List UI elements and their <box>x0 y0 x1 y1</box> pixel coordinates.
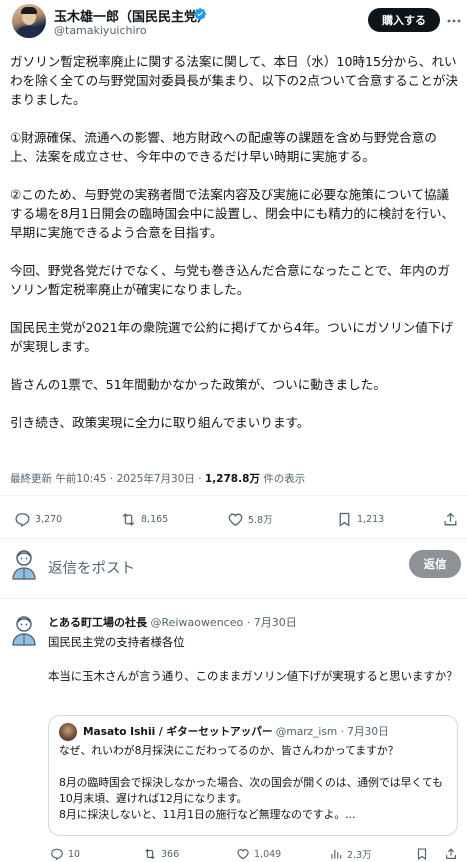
reply-like-action[interactable]: 1,049 <box>236 846 281 862</box>
heart-icon <box>237 849 249 860</box>
reply-actions: 10 366 1,049 2.3万 <box>0 846 467 862</box>
user-avatar-icon[interactable] <box>10 548 38 580</box>
quote-text: なぜ、れいわが8月採決にこだわってるのか、皆さんわかってますか？ 8月の臨時国会… <box>59 743 451 823</box>
quote-author-name: Masato Ishii / ギターセットアッパー <box>83 726 273 738</box>
quote-header: Masato Ishii / ギターセットアッパー @marz_ism · 7月… <box>83 724 389 739</box>
post-paragraph: ②このため、与野党の実務者間で法案内容及び実施に必要な施策について協議する場を8… <box>10 187 455 240</box>
like-action[interactable]: 5.8万 <box>227 508 273 530</box>
reply-like-count: 1,049 <box>254 848 282 860</box>
post-paragraph: 今回、野党各党だけでなく、与党も巻き込んだ合意になったことで、年内のガソリン暫定… <box>10 263 450 297</box>
repost-action[interactable]: 8,165 <box>120 508 168 530</box>
post-actions: 3,270 8,165 5.8万 1,213 <box>0 508 467 530</box>
bookmark-action[interactable]: 1,213 <box>336 508 384 530</box>
bookmark-count: 1,213 <box>357 513 385 525</box>
reply-header: とある町工場の社長 @Reiwaowenceo · 7月30日 <box>48 614 297 630</box>
divider <box>0 495 467 496</box>
post-timestamp[interactable]: 最終更新 午前10:45 · 2025年7月30日 · <box>10 473 205 485</box>
views-chart-icon <box>331 849 342 859</box>
share-icon <box>444 512 457 525</box>
post-paragraph: ①財源確保、流通への影響、地方財政への配慮等の課題を含め与野党合意の上、法案を成… <box>10 130 437 164</box>
reply-handle-date[interactable]: @Reiwaowenceo · 7月30日 <box>151 616 297 629</box>
more-options-icon[interactable] <box>446 13 462 29</box>
reply-views-action[interactable]: 2.3万 <box>329 846 372 862</box>
post-meta: 最終更新 午前10:45 · 2025年7月30日 · 1,278.8万 件の表… <box>10 471 305 486</box>
share-icon <box>446 848 456 859</box>
reply-count: 3,270 <box>35 513 63 525</box>
reply-reply-action[interactable]: 10 <box>50 846 80 862</box>
quote-paragraph: 8月の臨時国会で採決しなかった場合、次の国会が開くのは、通例では早くても10月末… <box>59 776 443 821</box>
author-handle[interactable]: @tamakiyuichiro <box>54 24 147 37</box>
reply-button[interactable]: 返信 <box>409 550 461 578</box>
reply-view-count: 2.3万 <box>347 850 372 861</box>
post-paragraph: ガソリン暫定税率廃止に関する法案に関して、本日（水）10時15分から、れいわを除… <box>10 54 458 107</box>
view-count-suffix: 件の表示 <box>259 473 306 485</box>
divider <box>0 538 467 539</box>
author-name[interactable]: 玉木雄一郎（国民民主党） <box>54 6 210 25</box>
repost-count: 8,165 <box>141 513 169 525</box>
reply-author-avatar-icon[interactable] <box>10 614 38 646</box>
quote-author-avatar <box>59 723 77 741</box>
post-header: 玉木雄一郎（国民民主党） @tamakiyuichiro 購入する <box>0 0 467 44</box>
divider <box>0 598 467 599</box>
post-paragraph: 国民民主党が2021年の衆院選で公約に掲げてから4年。ついにガソリン値下げが実現… <box>10 320 454 354</box>
author-avatar[interactable] <box>12 4 46 38</box>
reply-input[interactable]: 返信をポスト <box>48 557 135 578</box>
post-paragraph: 引き続き、政策実現に全力に取り組んでまいります。 <box>10 415 310 430</box>
quote-handle-date: @marz_ism · 7月30日 <box>275 726 389 738</box>
repost-icon <box>122 512 135 526</box>
reply-text-line: 本当に玉木さんが言う通り、このままガソリン値下げが実現すると思いますか？ <box>48 669 458 683</box>
post-paragraph: 皆さんの1票で、51年間動かなかった政策が、ついに動きました。 <box>10 377 386 392</box>
quote-paragraph: なぜ、れいわが8月採決にこだわってるのか、皆さんわかってますか？ <box>59 744 399 757</box>
reply-reply-count: 10 <box>68 848 81 860</box>
reply-text-line: 国民民主党の支持者様各位 <box>48 635 185 649</box>
reply-repost-action[interactable]: 366 <box>143 846 179 862</box>
reply-icon <box>15 512 30 527</box>
buy-button[interactable]: 購入する <box>368 8 440 32</box>
reply-action[interactable]: 3,270 <box>14 508 62 530</box>
reply-author-name[interactable]: とある町工場の社長 <box>48 616 147 629</box>
share-action[interactable] <box>442 508 463 530</box>
reply-composer: 返信をポスト 返信 <box>0 548 467 584</box>
bookmark-icon <box>339 512 350 527</box>
reply-repost-count: 366 <box>161 848 180 860</box>
like-count: 5.8万 <box>248 515 273 526</box>
verified-badge-icon <box>194 8 206 20</box>
repost-icon <box>145 848 155 860</box>
post-text: ガソリン暫定税率廃止に関する法案に関して、本日（水）10時15分から、れいわを除… <box>10 52 460 432</box>
reply-share-action[interactable] <box>444 846 462 862</box>
heart-icon <box>228 513 243 526</box>
reply-bookmark-action[interactable] <box>415 846 433 862</box>
reply-icon <box>51 848 63 861</box>
view-count: 1,278.8万 <box>204 473 260 485</box>
quoted-post[interactable]: Masato Ishii / ギターセットアッパー @marz_ism · 7月… <box>48 715 458 836</box>
bookmark-icon <box>417 848 427 861</box>
